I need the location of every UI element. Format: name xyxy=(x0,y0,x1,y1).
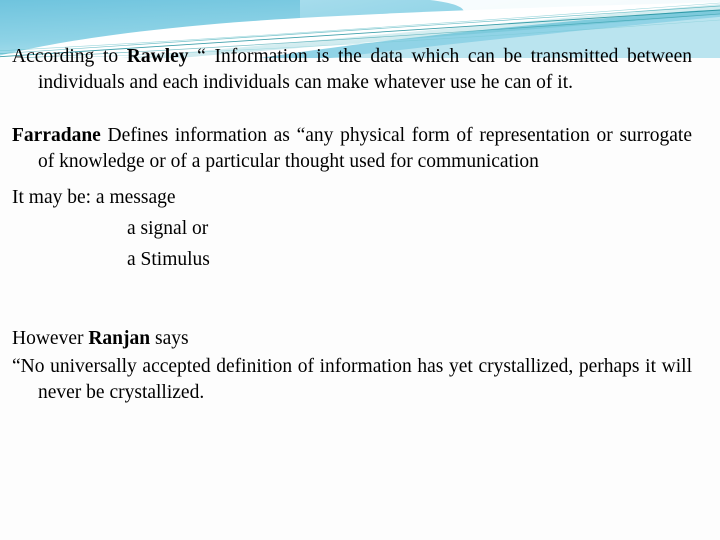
author-rawley: Rawley xyxy=(126,46,189,67)
ranjan-quote-text: “No universally accepted definition of i… xyxy=(12,356,692,403)
author-ranjan: Ranjan xyxy=(88,328,151,349)
paragraph-ranjan-intro: However Ranjan says xyxy=(12,323,692,354)
list-item-stimulus: a Stimulus xyxy=(127,249,210,270)
paragraph-rawley: According to Rawley “ Information is the… xyxy=(12,44,692,95)
ranjan-lead: However xyxy=(12,328,89,349)
slide-canvas: According to Rawley “ Information is the… xyxy=(0,0,720,540)
author-farradane: Farradane xyxy=(12,125,101,146)
slide-body: According to Rawley “ Information is the… xyxy=(12,44,692,405)
list-intro: It may be: a message xyxy=(12,187,176,208)
wave-white-crescent xyxy=(430,0,720,30)
paragraph-ranjan-quote: “No universally accepted definition of i… xyxy=(12,354,692,405)
paragraph-farradane: Farradane Defines information as “any ph… xyxy=(12,123,692,174)
ranjan-trail: says xyxy=(150,328,189,349)
rawley-lead: According to xyxy=(12,46,127,67)
farradane-quote: Defines information as “any physical for… xyxy=(38,125,692,172)
list-item-signal: a signal or xyxy=(127,218,209,239)
